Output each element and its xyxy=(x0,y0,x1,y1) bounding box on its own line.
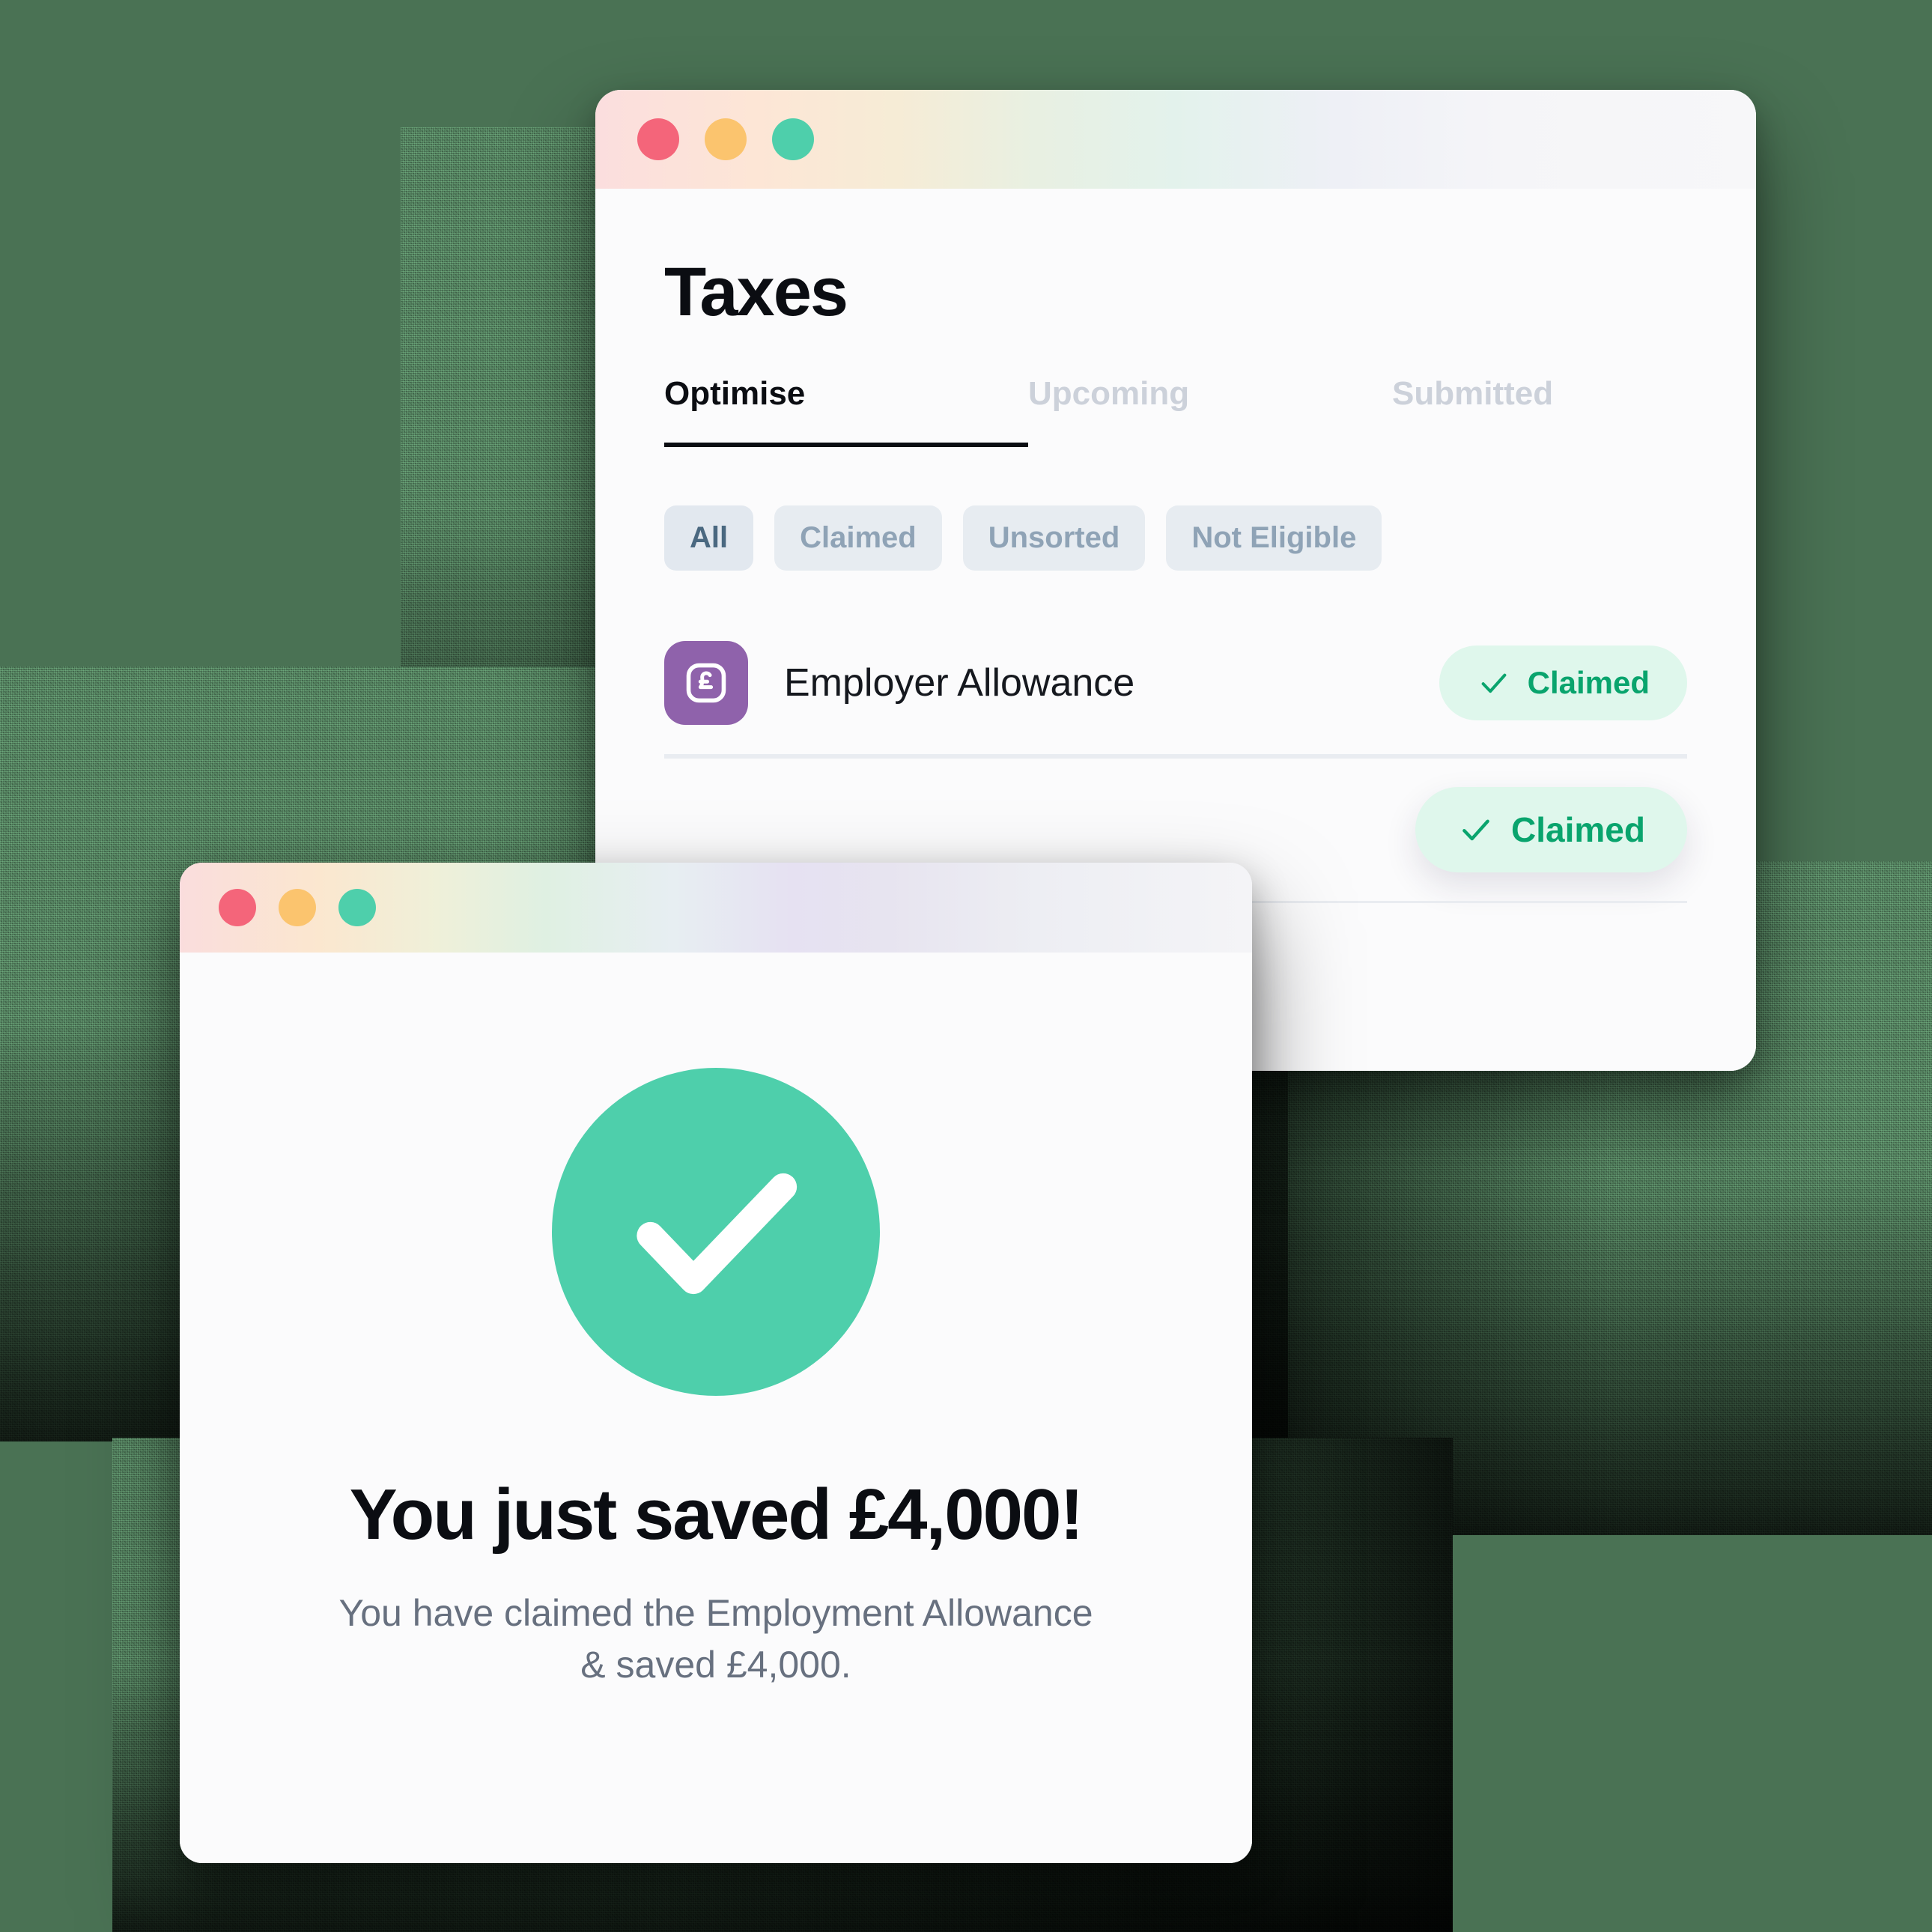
check-icon xyxy=(1462,819,1489,841)
status-badge: Claimed xyxy=(1439,645,1687,720)
tab-bar: Optimise Upcoming Submitted xyxy=(595,375,1756,447)
table-row[interactable]: Employer Allowance Claimed xyxy=(595,610,1756,756)
allowance-list: Employer Allowance Claimed Claimed xyxy=(595,571,1756,903)
page-title: Taxes xyxy=(664,254,848,330)
window-maximize-dot[interactable] xyxy=(338,889,376,926)
window-close-dot[interactable] xyxy=(637,118,679,160)
tab-optimise[interactable]: Optimise xyxy=(664,375,1028,447)
status-badge: Claimed xyxy=(1415,787,1687,872)
status-badge-label: Claimed xyxy=(1511,810,1645,849)
success-title: You just saved £4,000! xyxy=(349,1474,1084,1555)
background-stage: Taxes Optimise Upcoming Submitted All Cl… xyxy=(0,0,1932,1932)
success-window-titlebar[interactable] xyxy=(180,863,1252,953)
tab-submitted[interactable]: Submitted xyxy=(1392,375,1756,447)
filter-chip-all[interactable]: All xyxy=(664,505,754,571)
filter-chip-claimed[interactable]: Claimed xyxy=(774,505,942,571)
filter-chip-unsorted[interactable]: Unsorted xyxy=(962,505,1146,571)
window-minimize-dot[interactable] xyxy=(279,889,316,926)
window-maximize-dot[interactable] xyxy=(772,118,814,160)
success-subtitle: You have claimed the Employment Allowanc… xyxy=(338,1592,1093,1686)
tab-upcoming[interactable]: Upcoming xyxy=(1028,375,1392,447)
window-close-dot[interactable] xyxy=(219,889,256,926)
status-badge-label: Claimed xyxy=(1527,665,1650,700)
filter-chip-not-eligible[interactable]: Not Eligible xyxy=(1166,505,1382,571)
window-minimize-dot[interactable] xyxy=(705,118,747,160)
allowance-name: Employer Allowance xyxy=(784,661,1135,705)
pound-sterling-icon xyxy=(664,641,748,725)
success-window-body: You just saved £4,000! You have claimed … xyxy=(180,953,1252,1863)
success-window: You just saved £4,000! You have claimed … xyxy=(180,863,1252,1863)
taxes-window-titlebar[interactable] xyxy=(595,90,1756,189)
check-circle-icon xyxy=(552,1068,880,1396)
filter-chip-group: All Claimed Unsorted Not Eligible xyxy=(595,447,1756,571)
check-icon xyxy=(1481,673,1506,693)
